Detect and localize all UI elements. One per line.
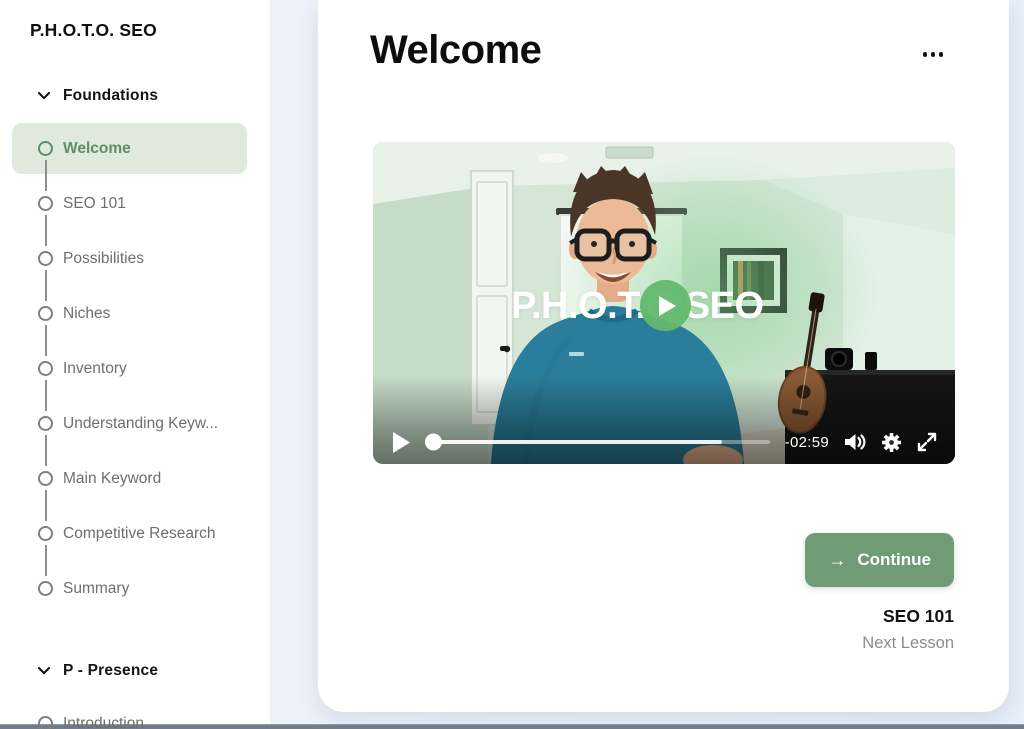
video-player[interactable]: P.H.O.T.O SEO -02:59: [373, 142, 955, 464]
playhead-dot[interactable]: [425, 433, 442, 451]
course-sidebar: P.H.O.T.O. SEO Foundations Welcome SEO 1…: [0, 0, 270, 729]
sidebar-item-summary[interactable]: Summary: [0, 561, 270, 616]
lesson-status-circle-icon: [38, 306, 53, 321]
play-icon: [659, 295, 676, 316]
timeline-connector: [44, 215, 47, 246]
timeline-connector: [44, 325, 47, 356]
fullscreen-button[interactable]: [917, 432, 937, 452]
section-label: Foundations: [63, 87, 159, 104]
video-controls: -02:59: [393, 429, 937, 455]
volume-button[interactable]: [844, 432, 866, 452]
timeline-connector: [44, 545, 47, 576]
sidebar-item-main-keyword[interactable]: Main Keyword: [0, 451, 270, 521]
continue-button[interactable]: → Continue: [805, 533, 954, 587]
more-options-button[interactable]: [919, 46, 948, 63]
section-items: Welcome SEO 101 Possibilities Niches Inv…: [0, 121, 270, 616]
page-title: Welcome: [370, 28, 542, 72]
sidebar-item-label: Main Keyword: [63, 469, 162, 487]
sidebar-item-label: Summary: [63, 579, 130, 597]
sidebar-item-label: Possibilities: [63, 249, 144, 267]
sidebar-item-label: Understanding Keyw...: [63, 414, 219, 432]
sidebar-item-label: Introduction: [63, 714, 144, 729]
bottom-divider: [0, 724, 1024, 729]
sidebar-item-label: Niches: [63, 304, 111, 322]
course-title: P.H.O.T.O. SEO: [30, 20, 157, 40]
lesson-status-circle-icon: [38, 471, 53, 486]
lesson-status-circle-icon: [38, 416, 53, 431]
section-label: P - Presence: [63, 662, 159, 679]
settings-button[interactable]: [881, 432, 902, 453]
timeline-connector: [44, 435, 47, 466]
fullscreen-icon: [917, 432, 937, 452]
gear-icon: [881, 432, 902, 453]
chevron-down-icon: [38, 92, 50, 100]
progress-buffered: [429, 440, 722, 444]
lesson-status-circle-icon: [38, 141, 53, 156]
lesson-status-circle-icon: [38, 716, 53, 729]
arrow-right-icon: →: [828, 550, 847, 570]
section-header-p-presence[interactable]: P - Presence: [0, 662, 270, 680]
video-title-overlay: P.H.O.T.O SEO: [511, 285, 764, 327]
sidebar-item-possibilities[interactable]: Possibilities: [0, 231, 270, 301]
lesson-status-circle-icon: [38, 251, 53, 266]
app-window: P.H.O.T.O. SEO Foundations Welcome SEO 1…: [0, 0, 1024, 729]
timeline-connector: [44, 160, 47, 191]
timeline-connector: [44, 270, 47, 301]
sidebar-item-label: Welcome: [63, 139, 131, 157]
lesson-status-circle-icon: [38, 581, 53, 596]
progress-bar[interactable]: [425, 429, 770, 455]
next-lesson-block: SEO 101 Next Lesson: [862, 606, 954, 653]
sidebar-item-label: Competitive Research: [63, 524, 216, 542]
sidebar-item-understanding-keyw[interactable]: Understanding Keyw...: [0, 396, 270, 466]
play-icon: [393, 431, 410, 453]
volume-icon: [844, 432, 866, 452]
timeline-connector: [44, 490, 47, 521]
sidebar-item-inventory[interactable]: Inventory: [0, 341, 270, 411]
play-button[interactable]: [393, 431, 410, 453]
ceiling-light: [538, 153, 568, 163]
sidebar-item-niches[interactable]: Niches: [0, 286, 270, 356]
sidebar-item-label: SEO 101: [63, 194, 126, 212]
next-lesson-title: SEO 101: [882, 606, 954, 626]
lesson-card: Welcome P.H.O.T.O SEO -02:59 → Continue …: [318, 0, 1009, 712]
section-header-foundations[interactable]: Foundations: [0, 87, 270, 105]
lesson-status-circle-icon: [38, 526, 53, 541]
sidebar-item-welcome[interactable]: Welcome: [0, 121, 270, 191]
lesson-status-circle-icon: [38, 196, 53, 211]
timeline-connector: [44, 380, 47, 411]
video-play-button[interactable]: [640, 280, 691, 331]
chevron-down-icon: [38, 667, 50, 675]
sidebar-item-seo-101[interactable]: SEO 101: [0, 176, 270, 246]
ellipsis-icon: [922, 52, 943, 57]
sidebar-item-label: Inventory: [63, 359, 127, 377]
sidebar-section: P - Presence Introduction: [0, 662, 270, 729]
time-remaining: -02:59: [784, 433, 829, 451]
sidebar-section: Foundations Welcome SEO 101 Possibilitie…: [0, 87, 270, 616]
next-lesson-subtitle: Next Lesson: [862, 634, 954, 652]
sidebar-item-competitive-research[interactable]: Competitive Research: [0, 506, 270, 576]
lesson-status-circle-icon: [38, 361, 53, 376]
sidebar-sections: Foundations Welcome SEO 101 Possibilitie…: [0, 87, 270, 729]
ceiling-vent: [605, 146, 654, 159]
continue-label: Continue: [857, 550, 931, 569]
